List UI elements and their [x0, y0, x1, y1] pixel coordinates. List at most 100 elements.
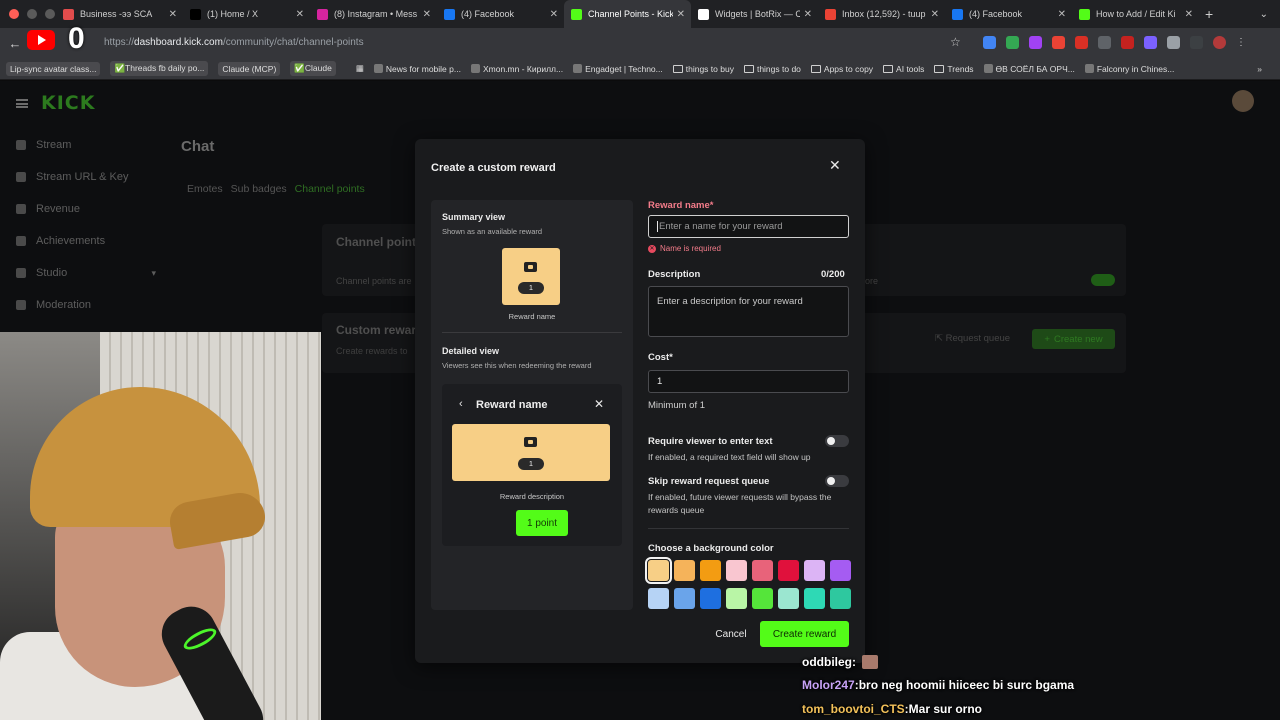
color-swatch[interactable]	[726, 588, 747, 609]
extension-icon[interactable]	[1144, 36, 1157, 49]
extension-icon[interactable]	[1052, 36, 1065, 49]
color-swatch[interactable]	[700, 560, 721, 581]
sidebar-item[interactable]: Studio ▾	[16, 257, 156, 289]
bookmark-item[interactable]: AI tools	[883, 64, 924, 74]
tab-close-icon[interactable]: ✕	[1185, 9, 1193, 20]
browser-tab[interactable]: Inbox (12,592) - tuup ✕	[818, 0, 945, 28]
close-window-button[interactable]	[9, 9, 19, 19]
new-tab-button[interactable]: +	[1205, 6, 1213, 22]
tab-close-icon[interactable]: ✕	[169, 9, 177, 20]
color-swatch[interactable]	[778, 588, 799, 609]
bookmark-label: AI tools	[896, 63, 925, 74]
extension-icon[interactable]	[1098, 36, 1111, 49]
close-icon[interactable]: ✕	[594, 397, 604, 411]
bookmark-item[interactable]: Engadget | Techno...	[573, 64, 663, 74]
bookmark-item[interactable]: ӨВ СОЁЛ БА ОРЧ...	[983, 64, 1075, 74]
bookmark-item[interactable]: things to do	[743, 64, 801, 74]
close-icon[interactable]: ✕	[829, 158, 841, 172]
reward-name-input[interactable]: Enter a name for your reward	[648, 215, 849, 238]
skip-queue-toggle[interactable]	[825, 475, 849, 487]
sidebar-item[interactable]: Achievements	[16, 225, 156, 257]
browser-tab[interactable]: (4) Facebook ✕	[945, 0, 1072, 28]
menu-icon[interactable]	[16, 99, 28, 108]
color-swatch[interactable]	[830, 560, 851, 581]
sidebar-item[interactable]: Stream	[16, 129, 156, 161]
tab-close-icon[interactable]: ✕	[1058, 9, 1066, 20]
browser-tab[interactable]: (8) Instagram • Mess ✕	[310, 0, 437, 28]
redeem-point-button[interactable]: 1 point	[516, 510, 568, 536]
bookmark-item[interactable]: News for mobile p...	[373, 64, 461, 74]
color-swatch[interactable]	[778, 560, 799, 581]
color-swatch[interactable]	[752, 560, 773, 581]
create-reward-button[interactable]: Create reward	[760, 621, 849, 647]
browser-menu-icon[interactable]: ⋮	[1236, 36, 1249, 49]
color-swatch[interactable]	[726, 560, 747, 581]
tab-emotes[interactable]: Emotes	[187, 183, 223, 195]
bookmarks-more-icon[interactable]: »	[1257, 64, 1262, 74]
sidebar-item[interactable]: Moderation	[16, 289, 156, 321]
bookmark-item[interactable]: ✅Threads fb daily po...	[110, 61, 209, 76]
chat-username[interactable]: tom_boovtoi_CTS	[802, 702, 905, 716]
cancel-button[interactable]: Cancel	[708, 623, 754, 645]
browser-tab[interactable]: (1) Home / X ✕	[183, 0, 310, 28]
minimize-window-button[interactable]	[27, 9, 37, 19]
chat-username[interactable]: Molor247	[802, 678, 855, 692]
channel-points-toggle[interactable]	[1091, 274, 1115, 286]
tab-close-icon[interactable]: ✕	[677, 9, 685, 20]
media-control-icon[interactable]	[1190, 36, 1203, 49]
extension-icon[interactable]	[1121, 36, 1134, 49]
bookmark-item[interactable]: ✅Claude	[290, 61, 336, 76]
sidebar-item[interactable]: Stream URL & Key	[16, 161, 156, 193]
chat-tabs: Emotes Sub badges Channel points	[187, 183, 365, 195]
user-avatar[interactable]	[1232, 90, 1254, 112]
bookmark-item[interactable]: Falconry in Chines...	[1084, 64, 1174, 74]
bookmark-star-icon[interactable]: ☆	[950, 35, 961, 49]
chevron-left-icon[interactable]: ‹	[459, 398, 463, 410]
color-swatch[interactable]	[674, 560, 695, 581]
browser-tab[interactable]: How to Add / Edit Ki ✕	[1072, 0, 1199, 28]
bookmark-item[interactable]: Claude (MCP)	[218, 61, 281, 76]
zoom-window-button[interactable]	[45, 9, 55, 19]
tab-channel-points[interactable]: Channel points	[295, 183, 365, 195]
tab-sub-badges[interactable]: Sub badges	[231, 183, 287, 195]
extension-icon[interactable]	[1006, 36, 1019, 49]
back-arrow-icon[interactable]: ←	[4, 36, 26, 51]
bookmark-item[interactable]: Trends	[934, 64, 974, 74]
create-new-button[interactable]: + Create new	[1032, 329, 1115, 349]
sidebar-item[interactable]: Revenue	[16, 193, 156, 225]
tab-close-icon[interactable]: ✕	[423, 9, 431, 20]
kick-logo[interactable]: KICK	[41, 92, 95, 114]
bookmark-item[interactable]: Lip-sync avatar class...	[6, 61, 101, 76]
color-swatch[interactable]	[804, 588, 825, 609]
color-swatch[interactable]	[648, 588, 669, 609]
color-swatch[interactable]	[830, 588, 851, 609]
tab-close-icon[interactable]: ✕	[550, 9, 558, 20]
browser-tab[interactable]: (4) Facebook ✕	[437, 0, 564, 28]
request-queue-button[interactable]: ⇱ Request queue	[935, 333, 1010, 344]
extension-icon[interactable]	[1029, 36, 1042, 49]
tab-close-icon[interactable]: ✕	[804, 9, 812, 20]
cost-input[interactable]: 1	[648, 370, 849, 393]
color-swatch[interactable]	[804, 560, 825, 581]
description-textarea[interactable]: Enter a description for your reward	[648, 286, 849, 337]
tab-close-icon[interactable]: ✕	[931, 9, 939, 20]
bookmark-item[interactable]: Apps to copy	[810, 64, 873, 74]
color-swatch[interactable]	[700, 588, 721, 609]
extension-icon[interactable]	[983, 36, 996, 49]
extensions-puzzle-icon[interactable]	[1167, 36, 1180, 49]
require-text-toggle[interactable]	[825, 435, 849, 447]
bookmark-item[interactable]: Xmon.mn - Кирилл...	[470, 64, 563, 74]
bookmark-item[interactable]: things to buy	[672, 64, 734, 74]
color-swatch[interactable]	[645, 557, 672, 584]
browser-tab[interactable]: Widgets | BotRix — C ✕	[691, 0, 818, 28]
color-swatch[interactable]	[752, 588, 773, 609]
color-swatch[interactable]	[674, 588, 695, 609]
tab-close-icon[interactable]: ✕	[296, 9, 304, 20]
tab-search-icon[interactable]: ⌄	[1260, 9, 1268, 20]
apps-grid-icon[interactable]: ▦	[356, 63, 364, 74]
url-field[interactable]: https://dashboard.kick.com/community/cha…	[104, 37, 364, 48]
extension-icon[interactable]	[1075, 36, 1088, 49]
chat-username[interactable]: oddbileg	[802, 655, 852, 669]
browser-tab[interactable]: Channel Points - Kick ✕	[564, 0, 691, 28]
profile-avatar-icon[interactable]	[1213, 36, 1226, 49]
